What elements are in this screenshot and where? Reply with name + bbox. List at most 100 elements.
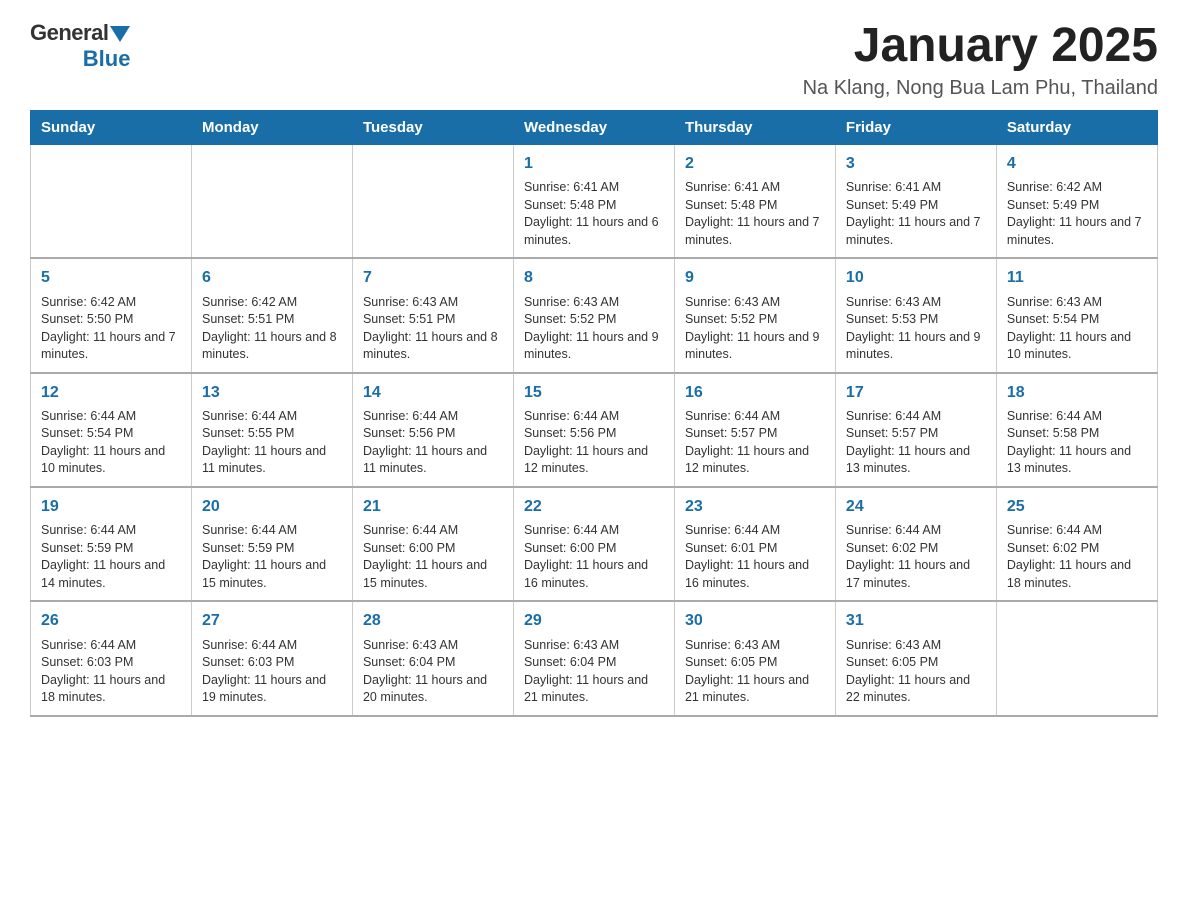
day-number: 20	[202, 496, 342, 518]
calendar-cell: 1 Sunrise: 6:41 AM Sunset: 5:48 PM Daylig…	[513, 144, 674, 258]
day-info: Sunrise: 6:41 AM Sunset: 5:48 PM Dayligh…	[524, 179, 664, 249]
calendar-cell: 18 Sunrise: 6:44 AM Sunset: 5:58 PM Dayli…	[996, 373, 1157, 487]
day-info: Sunrise: 6:44 AM Sunset: 5:58 PM Dayligh…	[1007, 408, 1147, 478]
day-info: Sunrise: 6:43 AM Sunset: 6:04 PM Dayligh…	[524, 637, 664, 707]
day-number: 27	[202, 610, 342, 632]
day-info: Sunrise: 6:42 AM Sunset: 5:51 PM Dayligh…	[202, 294, 342, 364]
calendar-cell: 31 Sunrise: 6:43 AM Sunset: 6:05 PM Dayli…	[835, 601, 996, 715]
calendar-cell: 30Sunrise: 6:43 AM Sunset: 6:05 PM Dayli…	[674, 601, 835, 715]
day-info: Sunrise: 6:44 AM Sunset: 6:02 PM Dayligh…	[846, 522, 986, 592]
day-number: 15	[524, 382, 664, 404]
day-number: 14	[363, 382, 503, 404]
day-info: Sunrise: 6:44 AM Sunset: 5:57 PM Dayligh…	[846, 408, 986, 478]
day-info: Sunrise: 6:44 AM Sunset: 6:01 PM Dayligh…	[685, 522, 825, 592]
calendar-cell: 24 Sunrise: 6:44 AM Sunset: 6:02 PM Dayli…	[835, 487, 996, 601]
day-number: 1	[524, 153, 664, 175]
day-info: Sunrise: 6:44 AM Sunset: 5:56 PM Dayligh…	[524, 408, 664, 478]
day-info: Sunrise: 6:42 AM Sunset: 5:49 PM Dayligh…	[1007, 179, 1147, 249]
day-info: Sunrise: 6:43 AM Sunset: 5:51 PM Dayligh…	[363, 294, 503, 364]
week-row-2: 5 Sunrise: 6:42 AM Sunset: 5:50 PM Daylig…	[31, 258, 1158, 372]
calendar-cell: 17 Sunrise: 6:44 AM Sunset: 5:57 PM Dayli…	[835, 373, 996, 487]
day-number: 8	[524, 267, 664, 289]
calendar-table: SundayMondayTuesdayWednesdayThursdayFrid…	[30, 110, 1158, 717]
day-info: Sunrise: 6:41 AM Sunset: 5:49 PM Dayligh…	[846, 179, 986, 249]
day-number: 12	[41, 382, 181, 404]
column-header-sunday: Sunday	[31, 110, 192, 144]
day-info: Sunrise: 6:44 AM Sunset: 5:55 PM Dayligh…	[202, 408, 342, 478]
day-info: Sunrise: 6:43 AM Sunset: 6:05 PM Dayligh…	[846, 637, 986, 707]
column-header-wednesday: Wednesday	[513, 110, 674, 144]
day-info: Sunrise: 6:44 AM Sunset: 5:54 PM Dayligh…	[41, 408, 181, 478]
day-number: 31	[846, 610, 986, 632]
day-info: Sunrise: 6:44 AM Sunset: 6:00 PM Dayligh…	[524, 522, 664, 592]
day-number: 21	[363, 496, 503, 518]
page-title: January 2025	[803, 20, 1158, 73]
calendar-cell: 27 Sunrise: 6:44 AM Sunset: 6:03 PM Dayli…	[191, 601, 352, 715]
logo-text-general: General	[30, 20, 108, 46]
calendar-cell: 15 Sunrise: 6:44 AM Sunset: 5:56 PM Dayli…	[513, 373, 674, 487]
day-number: 28	[363, 610, 503, 632]
calendar-cell: 28 Sunrise: 6:43 AM Sunset: 6:04 PM Dayli…	[352, 601, 513, 715]
day-number: 24	[846, 496, 986, 518]
day-number: 18	[1007, 382, 1147, 404]
calendar-cell: 13 Sunrise: 6:44 AM Sunset: 5:55 PM Dayli…	[191, 373, 352, 487]
calendar-cell: 21 Sunrise: 6:44 AM Sunset: 6:00 PM Dayli…	[352, 487, 513, 601]
column-header-thursday: Thursday	[674, 110, 835, 144]
day-number: 13	[202, 382, 342, 404]
calendar-cell: 7 Sunrise: 6:43 AM Sunset: 5:51 PM Daylig…	[352, 258, 513, 372]
day-number: 9	[685, 267, 825, 289]
header: General Blue January 2025 Na Klang, Nong…	[30, 20, 1158, 100]
logo-text-blue: Blue	[83, 46, 131, 72]
calendar-cell: 11Sunrise: 6:43 AM Sunset: 5:54 PM Dayli…	[996, 258, 1157, 372]
calendar-cell: 25Sunrise: 6:44 AM Sunset: 6:02 PM Dayli…	[996, 487, 1157, 601]
column-header-monday: Monday	[191, 110, 352, 144]
day-info: Sunrise: 6:42 AM Sunset: 5:50 PM Dayligh…	[41, 294, 181, 364]
calendar-cell: 14Sunrise: 6:44 AM Sunset: 5:56 PM Dayli…	[352, 373, 513, 487]
day-number: 4	[1007, 153, 1147, 175]
day-info: Sunrise: 6:44 AM Sunset: 5:57 PM Dayligh…	[685, 408, 825, 478]
day-info: Sunrise: 6:44 AM Sunset: 6:03 PM Dayligh…	[202, 637, 342, 707]
day-number: 7	[363, 267, 503, 289]
day-info: Sunrise: 6:44 AM Sunset: 6:03 PM Dayligh…	[41, 637, 181, 707]
calendar-header: SundayMondayTuesdayWednesdayThursdayFrid…	[31, 110, 1158, 144]
day-number: 16	[685, 382, 825, 404]
calendar-cell	[352, 144, 513, 258]
day-info: Sunrise: 6:41 AM Sunset: 5:48 PM Dayligh…	[685, 179, 825, 249]
calendar-cell: 6 Sunrise: 6:42 AM Sunset: 5:51 PM Daylig…	[191, 258, 352, 372]
calendar-cell: 10Sunrise: 6:43 AM Sunset: 5:53 PM Dayli…	[835, 258, 996, 372]
day-number: 26	[41, 610, 181, 632]
calendar-cell: 16 Sunrise: 6:44 AM Sunset: 5:57 PM Dayli…	[674, 373, 835, 487]
subtitle: Na Klang, Nong Bua Lam Phu, Thailand	[803, 77, 1158, 100]
calendar-cell: 20Sunrise: 6:44 AM Sunset: 5:59 PM Dayli…	[191, 487, 352, 601]
day-number: 29	[524, 610, 664, 632]
column-header-friday: Friday	[835, 110, 996, 144]
calendar-cell	[996, 601, 1157, 715]
calendar-cell: 4 Sunrise: 6:42 AM Sunset: 5:49 PM Daylig…	[996, 144, 1157, 258]
day-number: 5	[41, 267, 181, 289]
calendar-cell: 19Sunrise: 6:44 AM Sunset: 5:59 PM Dayli…	[31, 487, 192, 601]
calendar-cell: 2 Sunrise: 6:41 AM Sunset: 5:48 PM Daylig…	[674, 144, 835, 258]
logo-triangle-icon	[110, 26, 130, 42]
day-info: Sunrise: 6:43 AM Sunset: 6:04 PM Dayligh…	[363, 637, 503, 707]
day-info: Sunrise: 6:44 AM Sunset: 5:59 PM Dayligh…	[41, 522, 181, 592]
title-area: January 2025 Na Klang, Nong Bua Lam Phu,…	[803, 20, 1158, 100]
day-number: 6	[202, 267, 342, 289]
calendar-cell: 26 Sunrise: 6:44 AM Sunset: 6:03 PM Dayli…	[31, 601, 192, 715]
calendar-cell: 9Sunrise: 6:43 AM Sunset: 5:52 PM Daylig…	[674, 258, 835, 372]
day-number: 10	[846, 267, 986, 289]
calendar-cell: 23Sunrise: 6:44 AM Sunset: 6:01 PM Dayli…	[674, 487, 835, 601]
day-info: Sunrise: 6:43 AM Sunset: 5:54 PM Dayligh…	[1007, 294, 1147, 364]
day-info: Sunrise: 6:44 AM Sunset: 6:02 PM Dayligh…	[1007, 522, 1147, 592]
day-number: 22	[524, 496, 664, 518]
logo: General Blue	[30, 20, 130, 72]
column-header-tuesday: Tuesday	[352, 110, 513, 144]
column-header-saturday: Saturday	[996, 110, 1157, 144]
day-info: Sunrise: 6:44 AM Sunset: 6:00 PM Dayligh…	[363, 522, 503, 592]
day-info: Sunrise: 6:43 AM Sunset: 5:52 PM Dayligh…	[524, 294, 664, 364]
day-number: 17	[846, 382, 986, 404]
calendar-cell: 12 Sunrise: 6:44 AM Sunset: 5:54 PM Dayli…	[31, 373, 192, 487]
day-info: Sunrise: 6:43 AM Sunset: 6:05 PM Dayligh…	[685, 637, 825, 707]
calendar-body: 1 Sunrise: 6:41 AM Sunset: 5:48 PM Daylig…	[31, 144, 1158, 715]
day-number: 2	[685, 153, 825, 175]
calendar-cell: 8 Sunrise: 6:43 AM Sunset: 5:52 PM Daylig…	[513, 258, 674, 372]
